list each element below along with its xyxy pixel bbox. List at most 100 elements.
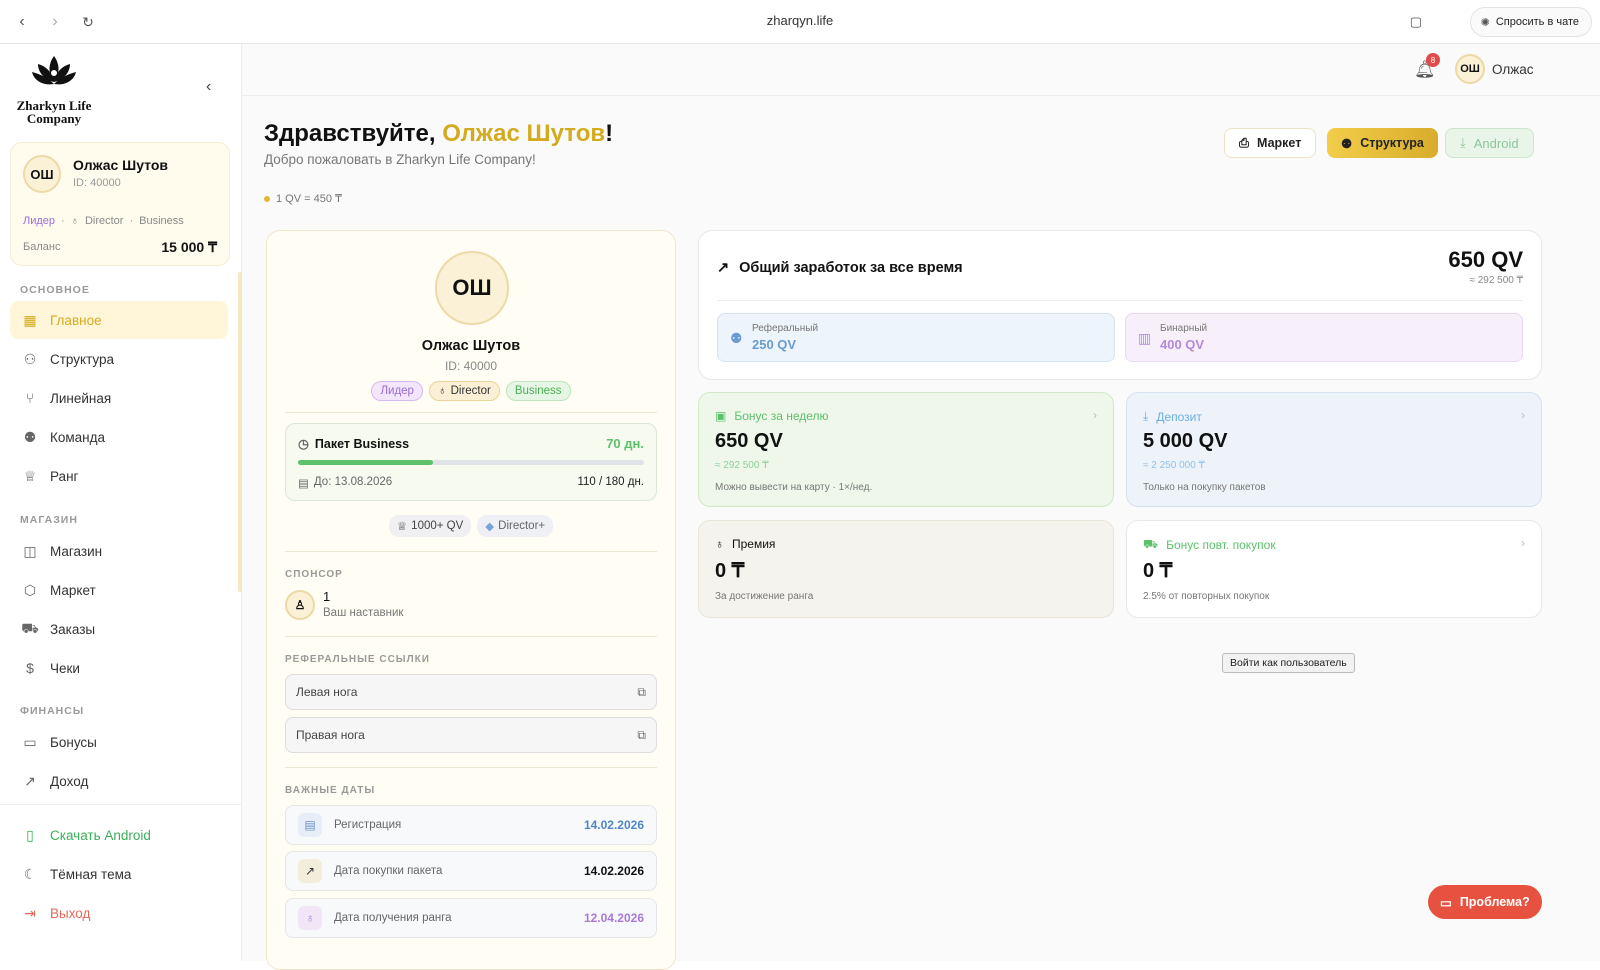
balance-label: Баланс [23, 241, 61, 253]
earnings-total: 650 QV [1448, 247, 1523, 272]
section-shop-label: МАГАЗИН [20, 514, 78, 526]
deposit-card[interactable]: ⤓ Депозит › 5 000 QV ≈ 2 250 000 ₸ Только… [1126, 392, 1542, 507]
card-note: 2.5% от повторных покупок [1143, 591, 1270, 602]
package-progress-track [298, 460, 644, 465]
chat-bubble-icon[interactable]: ▢ [1410, 14, 1422, 30]
award-icon: ♁ [715, 537, 724, 551]
sidebar-item-linear[interactable]: ⑂ Линейная [10, 379, 228, 417]
date-value: 14.02.2026 [583, 864, 644, 878]
trending-up-icon: ↗ [24, 772, 36, 789]
weekly-bonus-card[interactable]: ▣ Бонус за неделю › 650 QV ≈ 292 500 ₸ Мо… [698, 392, 1114, 507]
rate-label: 1 QV = 450 ₸ [276, 193, 343, 205]
url-bar[interactable]: zharqyn.life [0, 13, 1600, 28]
chevron-right-icon: › [1521, 536, 1525, 550]
copy-icon[interactable]: ⧉ [637, 728, 646, 743]
divider [717, 300, 1523, 301]
sidebar-item-label: Выход [50, 905, 91, 921]
binary-label: Бинарный [1160, 323, 1208, 334]
date-value: 14.02.2026 [583, 818, 644, 832]
binary-earnings: ▥ Бинарный 400 QV [1125, 313, 1523, 362]
report-problem-label: Проблема? [1459, 895, 1530, 909]
sidebar-profile-card[interactable]: ОШ Олжас Шутов ID: 40000 Лидер · ♁ Direc… [10, 142, 230, 266]
download-icon: ⤓ [1143, 409, 1149, 423]
clock-icon: ◷ [298, 437, 309, 451]
sidebar-item-label: Команда [50, 429, 106, 445]
role-label: Лидер [23, 215, 56, 227]
goal-rank-label: Director+ [498, 520, 546, 532]
users-icon: ⚉ [23, 428, 37, 445]
profile-chips: Лидер ♁ Director Business [267, 381, 675, 401]
forward-icon[interactable]: › [45, 12, 65, 32]
important-dates-label: ВАЖНЫЕ ДАТЫ [285, 785, 376, 796]
qv-rate: 1 QV = 450 ₸ [264, 192, 342, 205]
date-value: 12.04.2026 [583, 911, 644, 925]
user-avatar[interactable]: ОШ [1455, 54, 1485, 84]
sponsor-name: 1 [323, 589, 331, 604]
package-card[interactable]: ◷ Пакет Business 70 дн. ▤ До: 13.08.2026… [285, 423, 657, 501]
rank-label: Director [84, 215, 124, 227]
back-icon[interactable]: ‹ [12, 12, 32, 32]
goal-qv-label: 1000+ QV [411, 520, 464, 532]
android-button[interactable]: ⤓ Android [1445, 128, 1534, 158]
sidebar-item-rank[interactable]: ♕ Ранг [10, 457, 228, 495]
balance-value: 15 000 ₸ [161, 239, 217, 255]
earnings-total-tenge: ≈ 292 500 ₸ [1469, 275, 1523, 286]
sidebar-item-label: Магазин [50, 543, 103, 559]
user-name[interactable]: Олжас [1492, 62, 1534, 77]
sidebar-item-home[interactable]: ▦ Главное [10, 301, 228, 339]
medal-icon: ♁ [70, 215, 79, 227]
profile-panel: ОШ Олжас Шутов ID: 40000 Лидер ♁ Director… [266, 230, 676, 970]
sidebar-item-structure[interactable]: ⚇ Структура [10, 340, 228, 378]
repeat-purchase-bonus-card[interactable]: ⛟ Бонус повт. покупок › 0 ₸ 2.5% от повто… [1126, 520, 1542, 618]
card-value: 0 ₸ [715, 560, 745, 582]
sidebar-item-team[interactable]: ⚉ Команда [10, 418, 228, 456]
logout-icon: ⇥ [24, 904, 36, 921]
structure-label: Структура [1360, 136, 1424, 150]
date-label: Регистрация [334, 819, 402, 831]
sidebar-item-shop[interactable]: ◫ Магазин [10, 532, 228, 570]
package-icon: ⬡ [23, 581, 37, 598]
browser-toolbar: ‹ › ↻ zharqyn.life ▢ ✺ Спросить в чате [0, 0, 1600, 44]
card-note: Только на покупку пакетов [1143, 482, 1266, 493]
package-label: Business [139, 215, 184, 227]
trophy-icon: ♕ [23, 467, 37, 484]
greeting-excl: ! [605, 120, 614, 147]
left-leg-link[interactable]: Левая нога ⧉ [285, 674, 657, 710]
collapse-sidebar-icon[interactable]: ‹ [206, 78, 211, 96]
users-icon: ⚉ [1341, 136, 1353, 151]
reload-icon[interactable]: ↻ [78, 12, 98, 32]
right-leg-link[interactable]: Правая нога ⧉ [285, 717, 657, 753]
package-until: До: 13.08.2026 [313, 476, 393, 488]
report-problem-button[interactable]: ▭ Проблема? [1428, 885, 1542, 919]
welcome-text: Добро пожаловать в Zharkyn Life Company! [264, 152, 536, 167]
copy-icon[interactable]: ⧉ [637, 685, 646, 700]
card-tenge: ≈ 2 250 000 ₸ [1143, 460, 1205, 471]
sidebar-item-receipts[interactable]: $ Чеки [10, 649, 228, 687]
sidebar-item-orders[interactable]: ⛟ Заказы [10, 610, 228, 648]
structure-button[interactable]: ⚉ Структура [1327, 128, 1438, 158]
sidebar-item-market[interactable]: ⬡ Маркет [10, 571, 228, 609]
dark-theme-toggle[interactable]: ☾ Тёмная тема [10, 855, 228, 893]
company-logo[interactable]: Zharkyn Life Company [14, 54, 94, 125]
ask-chat-button[interactable]: ✺ Спросить в чате [1469, 7, 1592, 37]
sidebar-item-label: Маркет [50, 582, 96, 598]
sidebar-item-bonuses[interactable]: ▭ Бонусы [10, 723, 228, 761]
chevron-right-icon: › [1093, 408, 1097, 422]
download-android-button[interactable]: ▯ Скачать Android [10, 816, 228, 854]
wallet-icon: ▭ [23, 733, 37, 750]
card-value: 0 ₸ [1143, 560, 1173, 582]
earnings-title: Общий заработок за все время [739, 260, 963, 276]
download-icon: ⤓ [1460, 135, 1466, 150]
logout-button[interactable]: ⇥ Выход [10, 894, 228, 932]
market-button[interactable]: ⎙ Маркет [1224, 128, 1317, 158]
card-value: 650 QV [715, 430, 783, 452]
sponsor-avatar: ♙ [285, 590, 315, 620]
rate-dot [264, 195, 270, 202]
sidebar-item-income[interactable]: ↗ Доход [10, 762, 228, 800]
package-days: 70 дн. [606, 436, 644, 451]
package-count: 110 / 180 дн. [577, 476, 644, 488]
login-as-user-tooltip: Войти как пользователь [1222, 653, 1355, 673]
left-leg-label: Левая нога [296, 685, 358, 699]
receipt-icon: $ [26, 660, 34, 676]
top-header: 🔔︎ 8 ОШ Олжас [242, 44, 1600, 96]
